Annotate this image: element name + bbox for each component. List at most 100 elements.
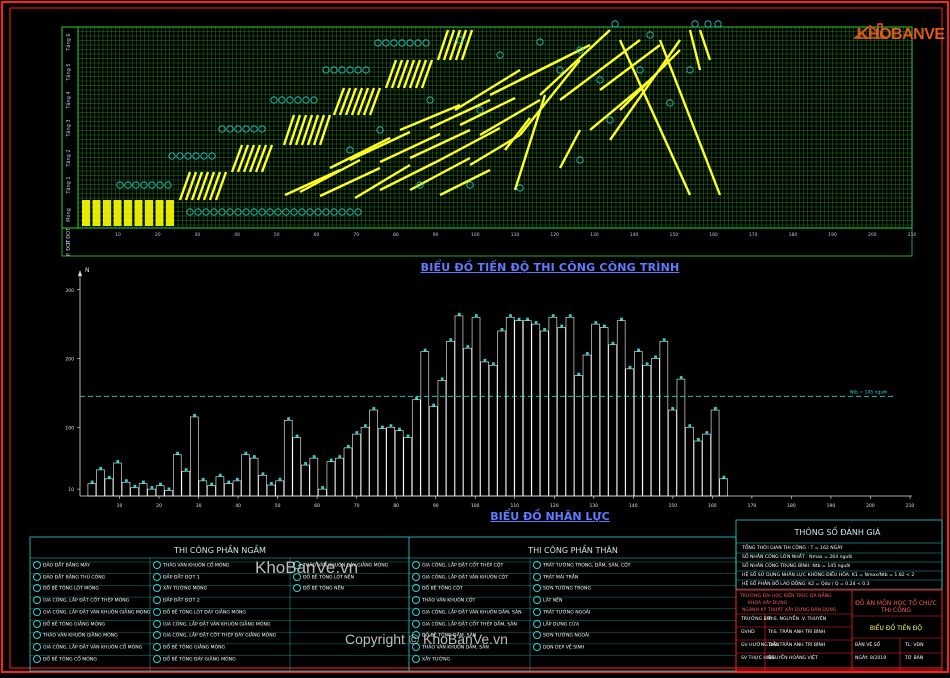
labor-bar xyxy=(505,316,515,497)
legend-label: THÁO VÁN KHUÔN CỘT xyxy=(422,598,476,604)
labor-bar xyxy=(608,344,617,497)
x-tick-label: 70 xyxy=(354,503,360,509)
legend-circle-icon xyxy=(412,596,420,605)
labor-bar xyxy=(429,406,438,497)
labor-bar-cap xyxy=(509,314,512,318)
y-axis-arrow xyxy=(78,270,82,276)
cad-drawing-canvas: Móng Tầng 1 Tầng 2 Tầng 3 Tầng 4 Tầng 5 Tầng 6… xyxy=(0,0,950,674)
logo-text: KHOBANVE xyxy=(857,26,945,43)
task-node xyxy=(346,208,354,216)
task-node xyxy=(596,76,604,84)
labor-bar xyxy=(540,330,549,497)
legend-label: XÂY TƯỜNG MÓNG xyxy=(163,586,208,592)
labor-bar xyxy=(437,380,447,497)
labor-bar xyxy=(130,487,139,497)
schedule-title: BIỂU ĐỒ TIẾN ĐỘ THI CÔNG CÔNG TRÌNH xyxy=(420,261,680,274)
floor-label: P. ĐOT xyxy=(66,239,72,256)
labor-bar xyxy=(548,316,558,497)
legend-item: TRÁT MÁI TRẦN xyxy=(533,572,578,581)
schedule-x-tick: 180 xyxy=(789,232,798,238)
schedule-x-tick: 80 xyxy=(393,232,399,238)
legend-item: DỌN DẸP VỆ SINH xyxy=(533,642,585,651)
labor-chart-title: BIỂU ĐỒ NHÂN LỰC xyxy=(490,510,610,523)
labor-bar-cap xyxy=(560,324,564,328)
labor-bar xyxy=(335,457,344,497)
labor-bar-cap xyxy=(457,312,461,316)
labor-bar-cap xyxy=(90,480,94,484)
legend-label: ĐỔ BÊ TÔNG GIẰNG MÓNG xyxy=(43,622,106,627)
floor-label: Tầng 4 xyxy=(64,91,72,109)
labor-bar-cap xyxy=(201,477,205,481)
legend-circle-icon xyxy=(153,631,161,640)
legend-label: GIA CÔNG, LẮP ĐẶT CỐT THÉP CỘT xyxy=(422,563,504,569)
schedule-x-tick: 210 xyxy=(908,232,917,238)
legend-item: THÁO VÁN KHUÔN CỔ MÓNG xyxy=(153,561,230,569)
outer-frame xyxy=(1,1,949,673)
labor-bar xyxy=(104,478,114,497)
x-tick-label: 40 xyxy=(235,503,241,509)
y-tick-label: 200 xyxy=(65,357,74,363)
eval-line: SỐ NHÂN CÔNG LỚN NHẤT : Nmax = 264 người xyxy=(742,555,853,560)
task-node xyxy=(202,208,210,216)
legend-circle-icon xyxy=(33,584,41,593)
tb-row-0-role: TRƯỞNG BM xyxy=(741,617,771,622)
labor-bar-cap xyxy=(474,314,478,318)
labor-bar-cap xyxy=(193,413,197,417)
legend-item: GIA CÔNG, LẮP ĐẶT VÁN KHUÔN GIẰNG MÓNG xyxy=(153,619,271,628)
legend-label: DỌN DẸP VỆ SINH xyxy=(543,645,585,651)
tb-row-1-role: GVHD xyxy=(741,630,755,635)
labor-bar xyxy=(147,488,156,497)
legend-circle-icon xyxy=(533,642,541,651)
labor-bar-cap xyxy=(466,345,470,349)
task-node xyxy=(148,181,156,189)
labor-bar-cap xyxy=(346,444,350,448)
labor-bar xyxy=(87,483,97,497)
labor-bar xyxy=(113,462,122,497)
labor-bar-cap xyxy=(654,355,658,359)
labor-bar-cap xyxy=(295,434,299,438)
legend-item: ĐỔ BÊ TÔNG NỀN xyxy=(293,584,344,593)
legend-label: GIA CÔNG, LẮP ĐẶT VÁN KHUÔN GIẰNG MÓNG xyxy=(163,622,271,627)
labor-bar-cap xyxy=(167,487,171,491)
labor-bar-cap xyxy=(133,484,137,488)
x-tick-label: 200 xyxy=(866,503,875,509)
labor-bar xyxy=(659,341,669,497)
tb-row-0-name: ThS. NGUYỄN .V. THUYÊN xyxy=(768,617,827,622)
legend-item: ĐẮP ĐẤT ĐỢT 1 xyxy=(153,572,200,581)
labor-bar-cap xyxy=(526,317,529,321)
labor-bar xyxy=(249,457,259,497)
x-tick-label: 150 xyxy=(669,503,678,509)
schedule-x-tick: 50 xyxy=(274,232,280,238)
legend-label: GIA CÔNG, LẮP ĐẶT CỐT THÉP MÓNG xyxy=(43,598,130,604)
schedule-x-tick: 160 xyxy=(709,232,718,238)
labor-bar xyxy=(454,315,464,497)
labor-bar-cap xyxy=(398,427,401,431)
labor-bar-cap xyxy=(423,348,427,352)
legend-item: THÁO VÁN KHUÔN CỘT xyxy=(412,596,476,605)
eval-line: HỆ SỐ SỬ DỤNG NHÂN LỰC KHÔNG ĐIỀU HÒA: K… xyxy=(742,573,915,578)
y-tick-label: 10 xyxy=(68,487,74,493)
labor-bar-cap xyxy=(406,434,410,438)
task-node xyxy=(298,208,306,216)
legend-label: ĐẮP ĐẤT ĐỢT 2 xyxy=(163,598,200,604)
task-node xyxy=(338,208,346,216)
labor-bar xyxy=(531,323,541,497)
labor-bar xyxy=(668,409,677,497)
legend-label: ĐÀO ĐẤT BẰNG MÁY xyxy=(43,563,90,569)
labor-bar-cap xyxy=(312,455,316,459)
labor-bar-cap xyxy=(304,462,308,466)
labor-bar-cap xyxy=(210,482,214,486)
schedule-x-tick: 110 xyxy=(511,232,520,238)
labor-bar-cap xyxy=(449,338,453,342)
labor-bar xyxy=(633,351,643,497)
labor-bar-cap xyxy=(338,455,342,459)
legend-circle-icon xyxy=(33,596,41,605)
legend-item: LẮP DỰNG CỬA xyxy=(533,619,579,628)
labor-bar xyxy=(386,426,395,497)
labor-bar xyxy=(514,320,523,497)
labor-bar-cap xyxy=(611,341,615,345)
labor-bar xyxy=(446,341,455,497)
labor-bar-cap xyxy=(594,321,598,325)
floor-label: Tầng 2 xyxy=(64,149,72,167)
labor-bar xyxy=(258,475,267,497)
